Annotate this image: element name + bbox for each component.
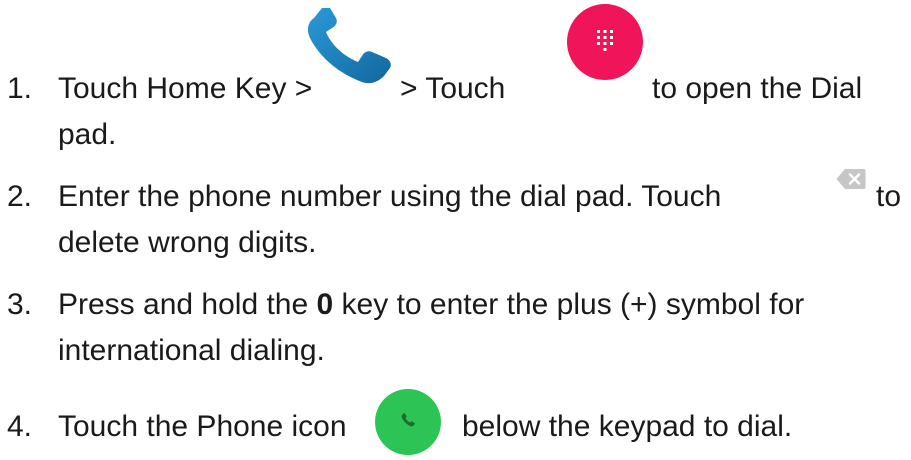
phone-handset-icon [307,8,391,84]
step-1-text-b: > Touch [400,72,506,105]
step-1-text-a: Touch Home Key > [58,72,313,105]
step-3-line: Press and hold the 0 key to enter the pl… [58,290,804,320]
step-1-text-d: pad. [58,118,117,151]
step-3-number: 3. [7,288,33,321]
step-3-key: 0 [316,288,334,321]
step-3-text-a: Press and hold the [58,288,309,321]
step-2-text-a: Enter the phone number using the dial pa… [58,180,722,213]
call-button-icon [375,389,441,455]
step-2-text-c: delete wrong digits. [58,226,317,259]
step-3-text-c: international dialing. [58,334,325,367]
step-2-text-b: to [876,180,902,213]
step-4-text-b: below the keypad to dial. [462,410,793,443]
step-1-number: 1. [7,72,33,105]
step-4-number: 4. [7,410,33,443]
dialpad-button-icon [567,4,643,80]
backspace-delete-icon [836,169,866,189]
step-1-text-c: to open the Dial [652,72,863,105]
step-3-text-b: key to enter the plus (+) symbol for [341,288,805,321]
step-2-number: 2. [7,180,33,213]
step-4-text-a: Touch the Phone icon [58,410,347,443]
